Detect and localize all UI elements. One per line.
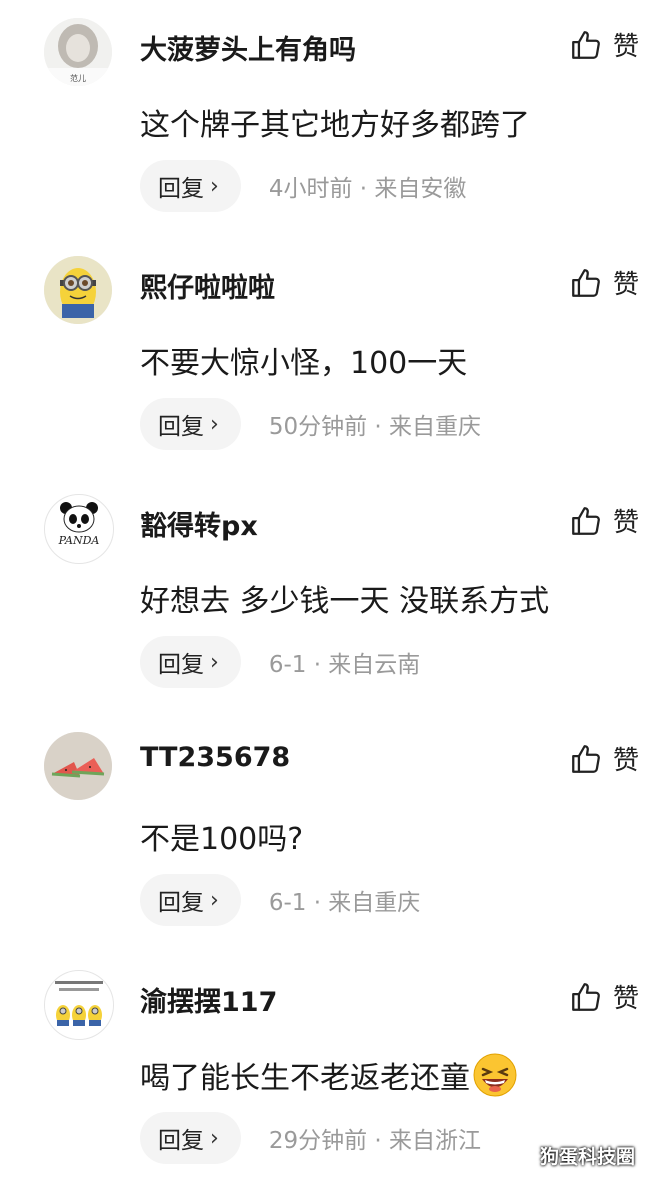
avatar[interactable]: PANDA xyxy=(44,494,114,564)
like-button[interactable]: 赞 xyxy=(569,264,639,301)
thumbs-up-icon xyxy=(572,982,600,1011)
like-button[interactable]: 赞 xyxy=(569,740,639,777)
username[interactable]: 熙仔啦啦啦 xyxy=(140,266,275,305)
reply-button[interactable]: 回复 › xyxy=(140,636,241,688)
reply-label: 回复 xyxy=(158,890,204,916)
reply-button[interactable]: 回复 › xyxy=(140,160,241,212)
like-button[interactable]: 赞 xyxy=(569,978,639,1015)
comment-text: 喝了能长生不老返老还童 xyxy=(140,1052,518,1098)
comment-item: 范儿 大菠萝头上有角吗 赞 这个牌子其它地方好多都跨了 回复 › 4小时前 · … xyxy=(0,0,647,238)
thumbs-up-icon xyxy=(572,30,600,59)
username[interactable]: 大菠萝头上有角吗 xyxy=(140,28,356,67)
username[interactable]: TT235678 xyxy=(140,742,290,773)
reply-button[interactable]: 回复 › xyxy=(140,874,241,926)
comment-meta: 回复 › 29分钟前 · 来自浙江 xyxy=(140,1112,481,1164)
comment-item: TT235678 赞 不是100吗? 回复 › 6-1 · 来自重庆 xyxy=(0,714,647,952)
thumbs-up-icon xyxy=(572,506,600,535)
comment-text: 好想去 多少钱一天 没联系方式 xyxy=(140,584,550,619)
avatar[interactable]: 范儿 xyxy=(44,18,112,86)
comment-item: 熙仔啦啦啦 赞 不要大惊小怪，100一天 回复 › 50分钟前 · 来自重庆 xyxy=(0,238,647,476)
username[interactable]: 渝摆摆117 xyxy=(140,980,277,1019)
chevron-right-icon: › xyxy=(210,173,219,199)
username[interactable]: 豁得转px xyxy=(140,504,258,543)
like-label: 赞 xyxy=(612,746,639,776)
like-label: 赞 xyxy=(612,508,639,538)
comment-meta: 回复 › 6-1 · 来自重庆 xyxy=(140,874,420,926)
like-label: 赞 xyxy=(612,32,639,62)
chevron-right-icon: › xyxy=(210,887,219,913)
reply-button[interactable]: 回复 › xyxy=(140,1112,241,1164)
reply-label: 回复 xyxy=(158,176,204,202)
comment-item: PANDA 豁得转px 赞 好想去 多少钱一天 没联系方式 回复 › 6-1 ·… xyxy=(0,476,647,714)
timestamp-location: 6-1 · 来自云南 xyxy=(268,652,421,678)
comment-meta: 回复 › 4小时前 · 来自安徽 xyxy=(140,160,466,212)
comment-text: 不是100吗? xyxy=(140,822,304,857)
timestamp-location: 50分钟前 · 来自重庆 xyxy=(268,414,482,440)
chevron-right-icon: › xyxy=(210,1125,219,1151)
avatar[interactable] xyxy=(44,732,112,800)
reply-label: 回复 xyxy=(158,414,204,440)
timestamp-location: 4小时前 · 来自安徽 xyxy=(268,176,467,202)
like-button[interactable]: 赞 xyxy=(569,26,639,63)
comment-text: 不要大惊小怪，100一天 xyxy=(140,346,468,381)
comment-meta: 回复 › 6-1 · 来自云南 xyxy=(140,636,420,688)
watermark: 狗蛋科技圈 xyxy=(539,1146,635,1168)
laughing-emoji-icon xyxy=(473,1053,517,1097)
thumbs-up-icon xyxy=(572,268,600,297)
like-button[interactable]: 赞 xyxy=(569,502,639,539)
avatar-caption: PANDA xyxy=(58,534,100,547)
thumbs-up-icon xyxy=(572,744,600,773)
comment-meta: 回复 › 50分钟前 · 来自重庆 xyxy=(140,398,481,450)
timestamp-location: 6-1 · 来自重庆 xyxy=(268,890,421,916)
like-label: 赞 xyxy=(612,270,639,300)
chevron-right-icon: › xyxy=(210,411,219,437)
comment-text: 这个牌子其它地方好多都跨了 xyxy=(140,108,530,143)
reply-label: 回复 xyxy=(158,1128,204,1154)
avatar-caption: 范儿 xyxy=(70,73,86,83)
timestamp-location: 29分钟前 · 来自浙江 xyxy=(268,1128,482,1154)
reply-button[interactable]: 回复 › xyxy=(140,398,241,450)
avatar[interactable] xyxy=(44,970,114,1040)
avatar[interactable] xyxy=(44,256,112,324)
chevron-right-icon: › xyxy=(210,649,219,675)
like-label: 赞 xyxy=(612,984,639,1014)
reply-label: 回复 xyxy=(158,652,204,678)
